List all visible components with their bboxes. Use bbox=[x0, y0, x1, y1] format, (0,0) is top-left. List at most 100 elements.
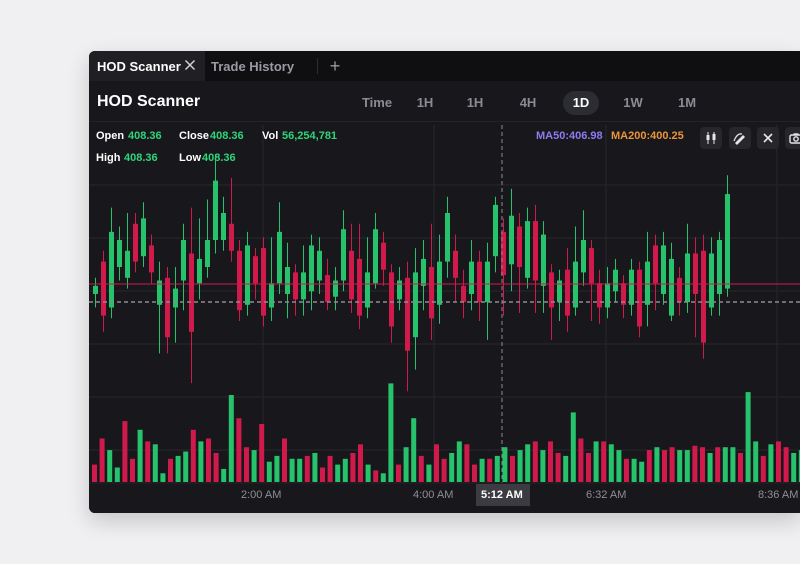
volume-bar bbox=[320, 467, 325, 482]
volume-bar bbox=[692, 445, 698, 482]
volume-bar bbox=[206, 438, 211, 482]
volume-bar bbox=[555, 453, 561, 482]
candle bbox=[709, 253, 714, 308]
volume-bar bbox=[722, 447, 728, 482]
volume-bar bbox=[228, 395, 234, 482]
volume-bar bbox=[335, 464, 341, 482]
volume-bar bbox=[122, 421, 128, 482]
candle bbox=[541, 234, 546, 286]
candle bbox=[677, 277, 682, 303]
candle bbox=[221, 213, 226, 240]
volume-bar bbox=[517, 450, 523, 482]
candle bbox=[405, 277, 410, 351]
volume-bar bbox=[198, 441, 204, 482]
volume-bar bbox=[677, 450, 683, 482]
volume-bar bbox=[297, 458, 303, 482]
volume-bar bbox=[251, 450, 257, 482]
candle bbox=[301, 272, 306, 300]
volume-bar bbox=[586, 453, 591, 482]
candle bbox=[573, 261, 578, 308]
candle bbox=[245, 245, 250, 305]
volume-bar bbox=[358, 444, 363, 482]
volume-bar bbox=[449, 453, 455, 482]
candle bbox=[477, 261, 482, 303]
time-label: 4:00 AM bbox=[413, 489, 453, 501]
close-icon[interactable] bbox=[757, 127, 779, 149]
volume-bar bbox=[616, 450, 622, 482]
candle bbox=[525, 221, 530, 278]
close-value: 408.36 bbox=[210, 130, 244, 142]
candle bbox=[381, 242, 386, 270]
volume-bar bbox=[738, 453, 743, 482]
volume-bar bbox=[578, 438, 584, 482]
vol-value: 56,254,781 bbox=[282, 130, 337, 142]
volume-bar bbox=[502, 447, 508, 482]
volume-bar bbox=[624, 458, 629, 482]
candle bbox=[669, 258, 674, 316]
volume-bar bbox=[130, 458, 135, 482]
volume-bar bbox=[494, 455, 500, 482]
volume-bar bbox=[700, 447, 705, 482]
candle bbox=[173, 288, 178, 308]
candle bbox=[661, 245, 666, 294]
volume-bar bbox=[289, 458, 295, 482]
volume-bar bbox=[510, 455, 515, 482]
candle bbox=[429, 267, 434, 319]
volume-bar bbox=[434, 444, 439, 482]
ma200-label: MA200:400.25 bbox=[611, 130, 684, 142]
candle bbox=[125, 250, 130, 278]
volume-bar bbox=[593, 441, 599, 482]
volume-bar bbox=[221, 468, 227, 482]
volume-bar bbox=[418, 455, 424, 482]
chart-window: HOD Scanner Trade History + HOD Scanner … bbox=[89, 51, 800, 513]
volume-bar bbox=[662, 450, 667, 482]
volume-bars bbox=[92, 383, 800, 482]
volume-bar bbox=[388, 383, 394, 482]
volume-bar bbox=[92, 464, 97, 482]
candle bbox=[317, 250, 322, 281]
candle bbox=[581, 240, 586, 273]
camera-icon[interactable] bbox=[785, 127, 800, 149]
volume-bar bbox=[274, 455, 280, 482]
volume-bar bbox=[715, 447, 721, 482]
ma50-label: MA50:406.98 bbox=[536, 130, 603, 142]
price-chart[interactable]: Open 408.36 Close 408.36 Vol 56,254,781 … bbox=[89, 51, 800, 513]
candle bbox=[205, 240, 210, 267]
volume-bar bbox=[411, 418, 417, 482]
candle bbox=[181, 240, 186, 281]
volume-bar bbox=[608, 444, 614, 482]
draw-icon[interactable] bbox=[729, 127, 751, 149]
candle bbox=[605, 283, 610, 308]
candle bbox=[229, 223, 234, 251]
candle bbox=[133, 223, 138, 262]
candle bbox=[101, 261, 106, 316]
volume-bar bbox=[487, 458, 493, 482]
volume-bar bbox=[684, 450, 690, 482]
low-value: 408.36 bbox=[202, 152, 236, 164]
volume-bar bbox=[570, 412, 576, 482]
volume-bar bbox=[282, 438, 287, 482]
candle bbox=[453, 250, 458, 278]
volume-bar bbox=[563, 455, 569, 482]
volume-bar bbox=[190, 429, 196, 482]
open-label: Open bbox=[96, 130, 124, 142]
volume-bar bbox=[730, 447, 736, 482]
open-value: 408.36 bbox=[128, 130, 162, 142]
candles-icon[interactable] bbox=[700, 127, 722, 149]
volume-bar bbox=[441, 458, 447, 482]
candle bbox=[461, 285, 466, 303]
volume-bar bbox=[175, 455, 181, 482]
volume-bar bbox=[548, 441, 553, 482]
volume-bar bbox=[707, 453, 713, 482]
volume-bar bbox=[137, 429, 143, 482]
volume-bar bbox=[426, 464, 432, 482]
volume-bar bbox=[99, 438, 105, 482]
candle bbox=[565, 269, 570, 316]
candle bbox=[93, 285, 98, 294]
volume-bar bbox=[183, 451, 189, 482]
volume-bar bbox=[525, 444, 531, 482]
candle bbox=[493, 204, 498, 257]
candle bbox=[469, 261, 474, 294]
time-label: 2:00 AM bbox=[241, 489, 281, 501]
volume-bar bbox=[152, 444, 158, 482]
